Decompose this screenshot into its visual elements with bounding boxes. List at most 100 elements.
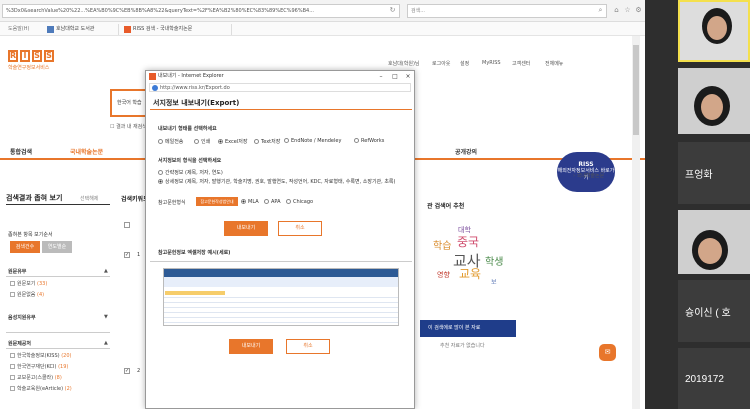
popup-heading: 서지정보 내보내기(Export) xyxy=(153,99,240,107)
divider xyxy=(6,332,110,333)
cloud-word[interactable]: 학생 xyxy=(485,253,503,268)
cancel-button-bottom[interactable]: 취소 xyxy=(286,339,330,354)
refresh-icon[interactable]: ↻ xyxy=(388,6,397,15)
myriss-link[interactable]: MyRISS xyxy=(482,60,501,66)
facet-item[interactable]: 교보문고(스콜라) (8) xyxy=(10,374,62,381)
format-endnote-radio[interactable]: EndNote / Mendeley xyxy=(284,138,341,144)
ref-guide-button[interactable]: 참고문헌작성법안내 xyxy=(196,197,238,206)
export-popup-window: 내보내기 - Internet Explorer – □ × http://ww… xyxy=(145,70,415,409)
facet-item[interactable]: 한국학술정보(KISS) (20) xyxy=(10,352,71,359)
sort-label: 좁혀본 항목 보기순서 xyxy=(8,232,53,238)
sort-year-button[interactable]: 연도별순 xyxy=(42,241,72,253)
popup-url-field: http://www.riss.kr/Export.do xyxy=(149,83,411,92)
format-print-radio[interactable]: 인쇄 xyxy=(194,138,210,145)
chevron-down-icon[interactable]: ▼ xyxy=(104,314,108,320)
export-button-bottom[interactable]: 내보내기 xyxy=(229,339,273,354)
breadcrumb: › 국내학술논문 xyxy=(573,173,605,179)
facet-item[interactable]: 원문보기 (33) xyxy=(10,280,47,287)
url-field[interactable]: %3Dx0&searchValue%20%22...%EA%B0%9C%EB%8… xyxy=(2,4,400,18)
facet-provider[interactable]: 원문제공처 xyxy=(8,340,31,347)
result-number: 1 xyxy=(137,252,141,258)
ref-mla-radio[interactable]: MLA xyxy=(241,199,259,205)
cloud-word[interactable]: 보 xyxy=(491,277,497,286)
nav-domestic[interactable]: 국내학술논문 xyxy=(70,147,103,156)
cloud-word[interactable]: 학습 xyxy=(433,237,451,252)
divider xyxy=(150,109,412,110)
result-checkbox[interactable]: ✓ xyxy=(124,368,130,374)
ref-chicago-radio[interactable]: Chicago xyxy=(286,199,313,205)
facet-item[interactable]: 학술교육원(eArticle) (2) xyxy=(10,385,72,392)
nav-lecture[interactable]: 공개강의 xyxy=(455,147,477,156)
format-text-radio[interactable]: Text저장 xyxy=(254,138,280,145)
gear-icon[interactable]: ⚙ xyxy=(634,6,643,15)
sort-count-button[interactable]: 검색건수 xyxy=(10,241,40,253)
format-email-radio[interactable]: 메일전송 xyxy=(158,138,183,145)
facet-fulltext[interactable]: 원문유무 xyxy=(8,268,26,275)
facet-item[interactable]: 한국연구재단(KCI) (19) xyxy=(10,363,68,370)
video-tile-name[interactable]: 2019172 xyxy=(678,348,750,409)
video-tile-participant[interactable] xyxy=(678,68,750,134)
word-cloud: 대학 학습 중국 교사 학생 영향 교육 보 xyxy=(423,215,523,310)
deselect-link[interactable]: 선택해제 xyxy=(80,195,98,202)
divider xyxy=(150,261,412,262)
all-menu-link[interactable]: 전체메뉴 xyxy=(545,60,563,67)
main-search-input[interactable]: 한국어 학습 xyxy=(110,89,150,117)
cloud-word[interactable]: 영향 xyxy=(437,270,450,280)
tab-riss[interactable]: RISS 검색 - 국내학술지논문 xyxy=(122,24,232,35)
video-tile-name[interactable]: 프엉화 xyxy=(678,142,750,204)
chevron-up-icon[interactable]: ▲ xyxy=(104,268,108,274)
export-button[interactable]: 내보내기 xyxy=(224,221,268,236)
support-link[interactable]: 고객센터 xyxy=(512,60,530,67)
browser-address-bar: %3Dx0&searchValue%20%22...%EA%B0%9C%EB%8… xyxy=(0,0,645,22)
related-title: 관 검색어 추천 xyxy=(427,203,465,210)
settings-link[interactable]: 설정 xyxy=(460,60,469,67)
fav-link[interactable]: 도움말(H) xyxy=(8,24,29,35)
logout-link[interactable]: 로그아웃 xyxy=(432,60,450,67)
ie-icon xyxy=(152,85,158,91)
home-icon[interactable]: ⌂ xyxy=(612,6,621,15)
result-number: 2 xyxy=(137,368,141,374)
video-tile-speaker[interactable] xyxy=(678,0,750,62)
tab-library[interactable]: 호남대학교 도서관 xyxy=(45,24,119,35)
select-all-checkbox[interactable] xyxy=(124,222,130,228)
research-in-results[interactable]: ☐ 결과 내 재검색 xyxy=(110,123,147,130)
star-icon[interactable]: ☆ xyxy=(623,6,632,15)
facet-item[interactable]: 원문없음 (4) xyxy=(10,291,44,298)
format-excel-radio[interactable]: Excel저장 xyxy=(218,138,247,145)
close-icon[interactable]: × xyxy=(401,71,415,82)
riss-logo[interactable]: R I S S 학술연구정보서비스 xyxy=(8,50,54,71)
cloud-word[interactable]: 교육 xyxy=(459,265,481,282)
divider xyxy=(6,204,110,205)
excel-example-image xyxy=(163,268,399,326)
ref-apa-radio[interactable]: APA xyxy=(264,199,281,205)
riss-favicon-icon xyxy=(149,73,156,80)
chevron-up-icon[interactable]: ▲ xyxy=(104,340,108,346)
search-icon[interactable]: ⌕ xyxy=(596,6,605,15)
ref-style-label: 참고문헌형식 xyxy=(158,200,186,206)
info-brief-radio[interactable]: 간략정보 (제목, 저자, 연도) xyxy=(158,169,223,176)
maximize-icon[interactable]: □ xyxy=(388,71,402,82)
divider xyxy=(6,276,110,277)
video-tile-participant[interactable] xyxy=(678,210,750,274)
example-label: 참고문헌정보 엑셀저장 예시(세로) xyxy=(158,250,231,256)
screen: %3Dx0&searchValue%20%22...%EA%B0%9C%EB%8… xyxy=(0,0,750,409)
video-tile-name[interactable]: 슝이신 ( 호 xyxy=(678,280,750,342)
riss-favicon-icon xyxy=(124,26,131,33)
format-refworks-radio[interactable]: RefWorks xyxy=(354,138,384,144)
chat-icon[interactable]: ✉ xyxy=(599,344,616,361)
no-recommendation-note: 추천 자료가 없습니다 xyxy=(440,343,485,349)
cloud-word[interactable]: 중국 xyxy=(457,233,479,250)
most-viewed-bar[interactable]: 이 검색에로 많이 본 자료 xyxy=(420,320,516,337)
format-section-label: 내보내기 형태를 선택하세요 xyxy=(158,126,217,132)
cancel-button[interactable]: 취소 xyxy=(278,221,322,236)
info-detail-radio[interactable]: 상세정보 (제목, 저자, 발행기관, 학술지명, 권호, 발행연도, 작성언어… xyxy=(158,179,408,186)
user-name[interactable]: 호남대(학원)님 xyxy=(388,60,420,67)
minimize-icon[interactable]: – xyxy=(374,71,388,82)
facet-audio[interactable]: 음성지원유무 xyxy=(8,314,36,321)
nav-integrated[interactable]: 통합검색 xyxy=(10,147,32,156)
result-checkbox[interactable]: ✓ xyxy=(124,252,130,258)
library-favicon-icon xyxy=(47,26,54,33)
browser-search-input[interactable]: 검색... xyxy=(407,4,607,18)
info-section-label: 서지정보의 형식을 선택하세요 xyxy=(158,158,222,164)
scrollbar-thumb[interactable] xyxy=(633,45,639,135)
